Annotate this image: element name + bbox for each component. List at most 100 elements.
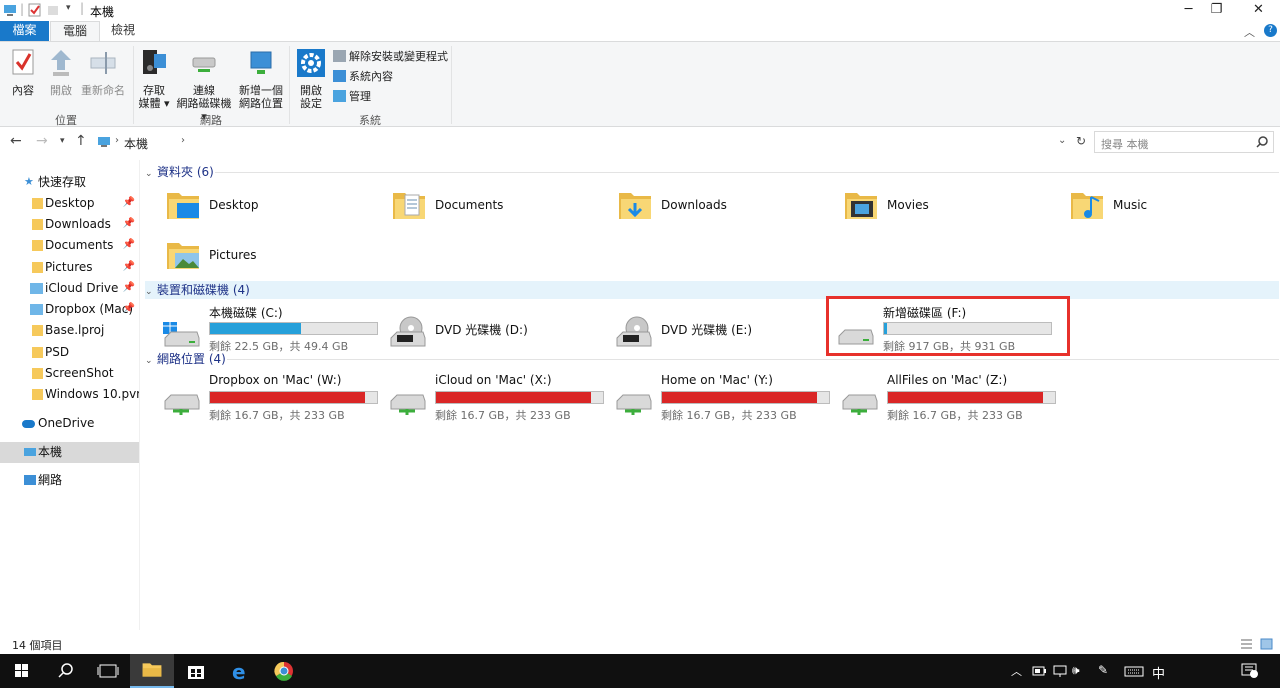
collapse-chevron-icon[interactable]: ⌄ <box>145 283 157 301</box>
pin-icon[interactable]: 📌 <box>123 257 135 277</box>
nav-item-downloads[interactable]: Downloads 📌 <box>0 214 139 235</box>
close-button[interactable]: ✕ <box>1236 0 1280 21</box>
breadcrumb-this-pc[interactable]: 本機 <box>124 135 148 152</box>
start-windows-icon[interactable] <box>0 654 44 688</box>
forward-arrow-icon[interactable]: → <box>36 133 48 149</box>
nav-network[interactable]: 網路 <box>0 470 139 491</box>
nav-item-windows-pvm[interactable]: Windows 10.pvm <box>0 384 139 405</box>
folder-downloads[interactable]: Downloads <box>597 183 823 229</box>
folder-music[interactable]: Music <box>1049 183 1275 229</box>
tab-view[interactable]: 檢視 <box>99 21 147 41</box>
music-folder-icon <box>1071 193 1103 219</box>
network-drive-w[interactable]: Dropbox on 'Mac' (W:) 剩餘 16.7 GB，共 233 G… <box>145 373 378 423</box>
network-folder-icon <box>30 304 43 315</box>
edge-browser-icon[interactable]: e <box>218 654 262 688</box>
file-explorer-icon[interactable] <box>130 654 174 688</box>
taskbar: e ︿ 🕪 ✎ 中 <box>0 654 1280 688</box>
open-button[interactable]: 開啟 <box>46 48 76 97</box>
breadcrumb-chevron-icon[interactable]: › <box>115 135 119 146</box>
up-arrow-icon[interactable]: ↑ <box>75 133 87 149</box>
network-drive-y[interactable]: Home on 'Mac' (Y:) 剩餘 16.7 GB，共 233 GB <box>597 373 830 423</box>
battery-icon[interactable] <box>1032 666 1046 676</box>
drive-d[interactable]: DVD 光碟機 (D:) <box>371 304 597 354</box>
open-settings-label-2: 設定 <box>300 97 322 110</box>
system-properties-button[interactable]: 系統內容 <box>333 69 393 87</box>
ime-indicator[interactable]: 中 <box>1152 663 1165 682</box>
pin-icon[interactable]: 📌 <box>123 193 135 213</box>
nav-item-desktop[interactable]: Desktop 📌 <box>0 193 139 214</box>
drive-usage-fill <box>210 323 301 334</box>
network-status-icon[interactable] <box>1053 665 1067 677</box>
quick-access-dropdown-icon[interactable]: ▾ <box>66 3 71 17</box>
nav-quick-access[interactable]: ★ 快速存取 <box>0 172 139 193</box>
search-input[interactable]: 搜尋 本機 <box>1094 131 1274 153</box>
pin-icon[interactable]: 📌 <box>123 214 135 234</box>
recent-locations-icon[interactable]: ▾ <box>60 136 65 146</box>
nav-this-pc[interactable]: 本機 <box>0 442 139 463</box>
this-pc-icon <box>98 137 110 147</box>
manage-button[interactable]: 管理 <box>333 89 371 107</box>
drive-c[interactable]: 本機磁碟 (C:) 剩餘 22.5 GB，共 49.4 GB <box>145 304 378 354</box>
details-view-icon[interactable] <box>1240 638 1253 650</box>
action-center-icon[interactable] <box>1241 663 1259 679</box>
downloads-folder-icon <box>619 193 651 219</box>
nav-item-psd[interactable]: PSD <box>0 342 139 363</box>
section-header-network-locations[interactable]: ⌄ 網路位置 (4) <box>145 350 1279 368</box>
folder-movies[interactable]: Movies <box>823 183 1049 229</box>
restore-button[interactable]: ❐ <box>1194 0 1239 21</box>
folder-pictures[interactable]: Pictures <box>145 233 371 279</box>
nav-item-icloud-drive[interactable]: iCloud Drive (Mac) 📌 <box>0 278 139 299</box>
access-media-button[interactable]: 存取 媒體 ▾ <box>138 48 170 110</box>
search-icon[interactable] <box>44 654 88 688</box>
properties-quick-icon[interactable] <box>28 3 42 17</box>
nav-item-dropbox[interactable]: Dropbox (Mac) 📌 <box>0 299 139 320</box>
chrome-browser-icon[interactable] <box>262 654 306 688</box>
rename-label: 重新命名 <box>81 84 125 97</box>
volume-icon[interactable]: 🕪 <box>1072 663 1080 678</box>
pen-workspace-icon[interactable]: ✎ <box>1098 663 1108 677</box>
open-settings-button[interactable]: 開啟 設定 <box>296 48 326 110</box>
task-view-icon[interactable] <box>86 654 130 688</box>
folder-documents[interactable]: Documents <box>371 183 597 229</box>
drive-e[interactable]: DVD 光碟機 (E:) <box>597 304 823 354</box>
network-drive-x[interactable]: iCloud on 'Mac' (X:) 剩餘 16.7 GB，共 233 GB <box>371 373 604 423</box>
open-settings-label-1: 開啟 <box>300 84 322 97</box>
access-media-label-1: 存取 <box>143 84 165 97</box>
tab-computer[interactable]: 電腦 <box>50 21 101 42</box>
collapse-chevron-icon[interactable]: ⌄ <box>145 352 157 370</box>
search-icon <box>1256 136 1268 148</box>
rename-button[interactable]: 重新命名 <box>80 48 126 97</box>
nav-item-documents[interactable]: Documents 📌 <box>0 235 139 256</box>
network-drive-z[interactable]: AllFiles on 'Mac' (Z:) 剩餘 16.7 GB，共 233 … <box>823 373 1056 423</box>
drive-name: DVD 光碟機 (D:) <box>435 323 528 337</box>
address-bar[interactable]: › › ⌄ <box>92 131 1072 153</box>
back-arrow-icon[interactable]: ← <box>10 133 22 149</box>
touch-keyboard-icon[interactable] <box>1124 666 1144 677</box>
drive-name: Dropbox on 'Mac' (W:) <box>209 373 342 387</box>
new-folder-quick-icon[interactable] <box>46 3 60 17</box>
nav-item-screenshot[interactable]: ScreenShot <box>0 363 139 384</box>
nav-onedrive[interactable]: OneDrive <box>0 413 139 434</box>
address-dropdown-icon[interactable]: ⌄ <box>1058 135 1066 146</box>
pin-icon[interactable]: 📌 <box>123 278 135 298</box>
nav-item-base-lproj[interactable]: Base.lproj <box>0 320 139 341</box>
folder-desktop[interactable]: Desktop <box>145 183 371 229</box>
pin-icon[interactable]: 📌 <box>123 299 135 319</box>
add-network-location-button[interactable]: 新增一個 網路位置 <box>238 48 284 110</box>
large-icons-view-icon[interactable] <box>1260 638 1273 650</box>
show-hidden-icons-icon[interactable]: ︿ <box>1011 663 1022 679</box>
uninstall-program-button[interactable]: 解除安裝或變更程式 <box>333 49 448 67</box>
refresh-icon[interactable]: ↻ <box>1076 134 1086 148</box>
collapse-ribbon-icon[interactable]: ︿ <box>1244 24 1255 40</box>
section-header-folders[interactable]: ⌄ 資料夾 (6) <box>145 163 1279 181</box>
breadcrumb-chevron-icon[interactable]: › <box>181 135 185 146</box>
drive-usage-bar <box>209 322 378 335</box>
properties-button[interactable]: 內容 <box>8 48 38 97</box>
store-icon[interactable] <box>174 654 218 688</box>
collapse-chevron-icon[interactable]: ⌄ <box>145 165 157 183</box>
section-header-drives[interactable]: ⌄ 裝置和磁碟機 (4) <box>145 281 1279 299</box>
tab-file[interactable]: 檔案 <box>0 21 49 41</box>
help-icon[interactable]: ? <box>1264 24 1277 37</box>
nav-item-pictures[interactable]: Pictures 📌 <box>0 257 139 278</box>
pin-icon[interactable]: 📌 <box>123 235 135 255</box>
